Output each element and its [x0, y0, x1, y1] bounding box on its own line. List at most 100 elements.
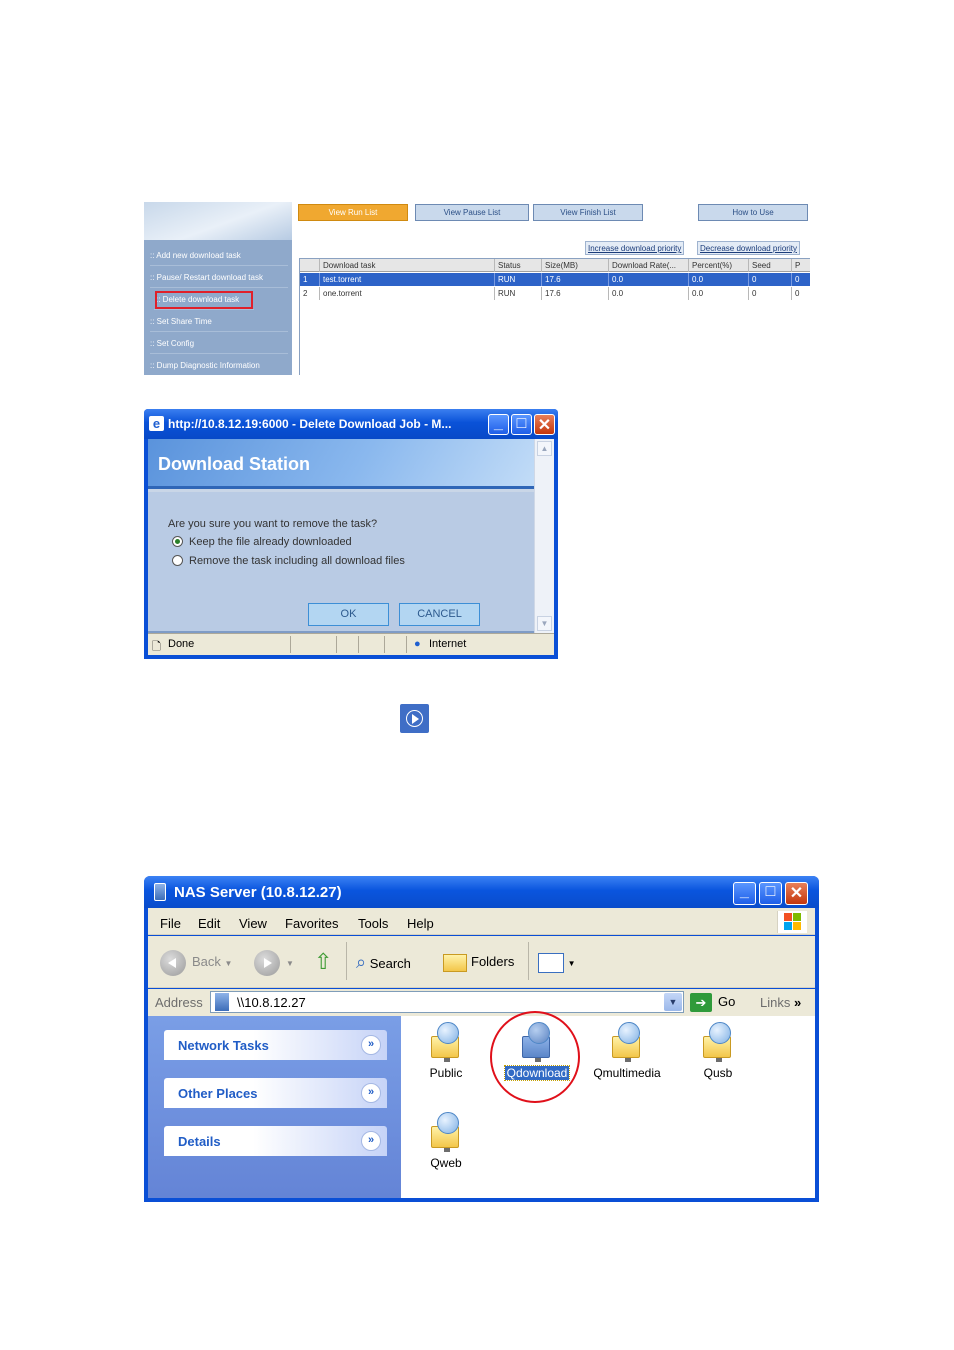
- menu-edit[interactable]: Edit: [198, 916, 220, 931]
- sidebar-item-share-time[interactable]: :: Set Share Time: [150, 312, 288, 332]
- column-header[interactable]: Download Rate(...: [609, 259, 689, 272]
- radio-icon[interactable]: [172, 555, 183, 566]
- go-arrow-icon: ➔: [690, 993, 712, 1012]
- status-divider: [384, 636, 385, 653]
- column-header[interactable]: [300, 259, 320, 272]
- chevron-down-icon: ▼: [567, 959, 576, 968]
- task-pane: Network Tasks» Other Places» Details»: [148, 1016, 401, 1198]
- maximize-icon: □: [516, 415, 527, 432]
- address-input[interactable]: \\10.8.12.27 ▼: [210, 991, 684, 1013]
- scroll-down-icon[interactable]: ▼: [537, 616, 552, 631]
- keep-file-option[interactable]: Keep the file already downloaded: [172, 536, 352, 548]
- bullet-icon: ::: [150, 339, 157, 348]
- views-icon: [538, 952, 564, 973]
- status-divider: [406, 636, 407, 653]
- cancel-button[interactable]: CANCEL: [399, 603, 480, 626]
- sidebar-item-delete-task[interactable]: :: Delete download task: [154, 290, 254, 310]
- decrease-priority-button[interactable]: Decrease download priority: [697, 241, 800, 255]
- vertical-scrollbar[interactable]: ▲ ▼: [534, 439, 554, 633]
- table-row[interactable]: 2 one.torrent RUN 17.6 0.0 0.0 0 0: [300, 287, 810, 300]
- share-qweb[interactable]: Qweb: [403, 1112, 489, 1172]
- chevron-right-icon: »: [793, 995, 802, 1010]
- menu-help[interactable]: Help: [407, 916, 434, 931]
- confirm-question: Are you sure you want to remove the task…: [168, 518, 378, 530]
- up-folder-icon[interactable]: ⇧: [314, 948, 332, 976]
- links-button[interactable]: Links »: [760, 995, 801, 1010]
- column-header[interactable]: P: [792, 259, 810, 272]
- view-run-list-button[interactable]: View Run List: [298, 204, 408, 221]
- explorer-content: Network Tasks» Other Places» Details» Pu…: [148, 1016, 815, 1198]
- table-cell: 1: [300, 273, 320, 286]
- go-button[interactable]: ➔ Go: [690, 993, 735, 1012]
- chevron-double-down-icon[interactable]: »: [361, 1083, 381, 1103]
- shared-folder-icon: [610, 1022, 644, 1062]
- bullet-icon: ::: [150, 317, 157, 326]
- sidebar-item-dump-diagnostic[interactable]: :: Dump Diagnostic Information: [150, 356, 288, 375]
- play-circle-icon: [400, 704, 429, 733]
- increase-priority-button[interactable]: Increase download priority: [585, 241, 685, 255]
- close-button[interactable]: ✕: [534, 414, 555, 435]
- status-bar: 🗋 Done ● Internet: [148, 633, 554, 655]
- view-finish-list-button[interactable]: View Finish List: [533, 204, 643, 221]
- minimize-button[interactable]: _: [488, 414, 509, 435]
- dialog-content: Download Station Are you sure you want t…: [148, 439, 554, 633]
- sidebar-item-pause-restart[interactable]: :: Pause/ Restart download task: [150, 268, 288, 288]
- network-tasks-panel[interactable]: Network Tasks»: [164, 1030, 387, 1060]
- back-button[interactable]: Back ▼: [160, 948, 232, 976]
- menu-bar: File Edit View Favorites Tools Help: [148, 908, 815, 935]
- globe-icon: ●: [414, 638, 421, 650]
- table-cell: 17.6: [542, 287, 609, 300]
- search-icon: ⌕: [356, 952, 367, 972]
- maximize-button[interactable]: □: [511, 414, 532, 435]
- chevron-double-down-icon[interactable]: »: [361, 1131, 381, 1151]
- details-panel[interactable]: Details»: [164, 1126, 387, 1156]
- table-cell: 0.0: [689, 287, 749, 300]
- minimize-icon: _: [740, 883, 749, 900]
- minimize-button[interactable]: _: [733, 882, 756, 905]
- view-pause-list-button[interactable]: View Pause List: [415, 204, 529, 221]
- share-public[interactable]: Public: [403, 1022, 489, 1082]
- address-label: Address: [155, 995, 203, 1010]
- menu-tools[interactable]: Tools: [358, 916, 388, 931]
- explorer-titlebar[interactable]: NAS Server (10.8.12.27) _ □ ✕: [144, 876, 819, 908]
- toolbar-separator: [346, 942, 347, 980]
- share-qusb[interactable]: Qusb: [675, 1022, 761, 1082]
- table-cell: 0: [792, 287, 810, 300]
- dialog-titlebar[interactable]: e http://10.8.12.19:6000 - Delete Downlo…: [144, 409, 558, 439]
- status-text: Done: [168, 638, 195, 650]
- maximize-button[interactable]: □: [759, 882, 782, 905]
- menu-favorites[interactable]: Favorites: [285, 916, 338, 931]
- table-row[interactable]: 1 test.torrent RUN 17.6 0.0 0.0 0 0: [300, 273, 810, 286]
- radio-selected-icon[interactable]: [172, 536, 183, 547]
- sidebar-item-add-task[interactable]: :: Add new download task: [150, 246, 288, 266]
- views-button[interactable]: ▼: [538, 948, 576, 976]
- menu-view[interactable]: View: [239, 916, 267, 931]
- close-icon: ✕: [537, 417, 552, 434]
- table-cell: 0.0: [689, 273, 749, 286]
- scroll-up-icon[interactable]: ▲: [537, 441, 552, 456]
- menu-file[interactable]: File: [160, 916, 181, 931]
- bullet-icon: ::: [150, 273, 157, 282]
- forward-button[interactable]: ▼: [254, 948, 294, 976]
- forward-arrow-icon: [254, 949, 280, 976]
- search-button[interactable]: ⌕ Search: [356, 948, 411, 976]
- sidebar-item-config[interactable]: :: Set Config: [150, 334, 288, 354]
- remove-all-option[interactable]: Remove the task including all download f…: [172, 555, 405, 567]
- close-button[interactable]: ✕: [785, 882, 808, 905]
- column-header[interactable]: Status: [495, 259, 542, 272]
- network-drive-icon: [215, 993, 229, 1011]
- download-table: Download task Status Size(MB) Download R…: [299, 258, 810, 375]
- shared-folder-icon: [429, 1112, 463, 1152]
- chevron-double-down-icon[interactable]: »: [361, 1035, 381, 1055]
- chevron-down-icon[interactable]: ▼: [664, 993, 682, 1011]
- share-qmultimedia[interactable]: Qmultimedia: [584, 1022, 670, 1082]
- ok-button[interactable]: OK: [308, 603, 389, 626]
- column-header[interactable]: Percent(%): [689, 259, 749, 272]
- windows-logo-icon: [777, 911, 807, 933]
- column-header[interactable]: Size(MB): [542, 259, 609, 272]
- other-places-panel[interactable]: Other Places»: [164, 1078, 387, 1108]
- how-to-use-button[interactable]: How to Use: [698, 204, 808, 221]
- column-header[interactable]: Download task: [320, 259, 495, 272]
- column-header[interactable]: Seed: [749, 259, 792, 272]
- folders-button[interactable]: Folders: [443, 948, 514, 976]
